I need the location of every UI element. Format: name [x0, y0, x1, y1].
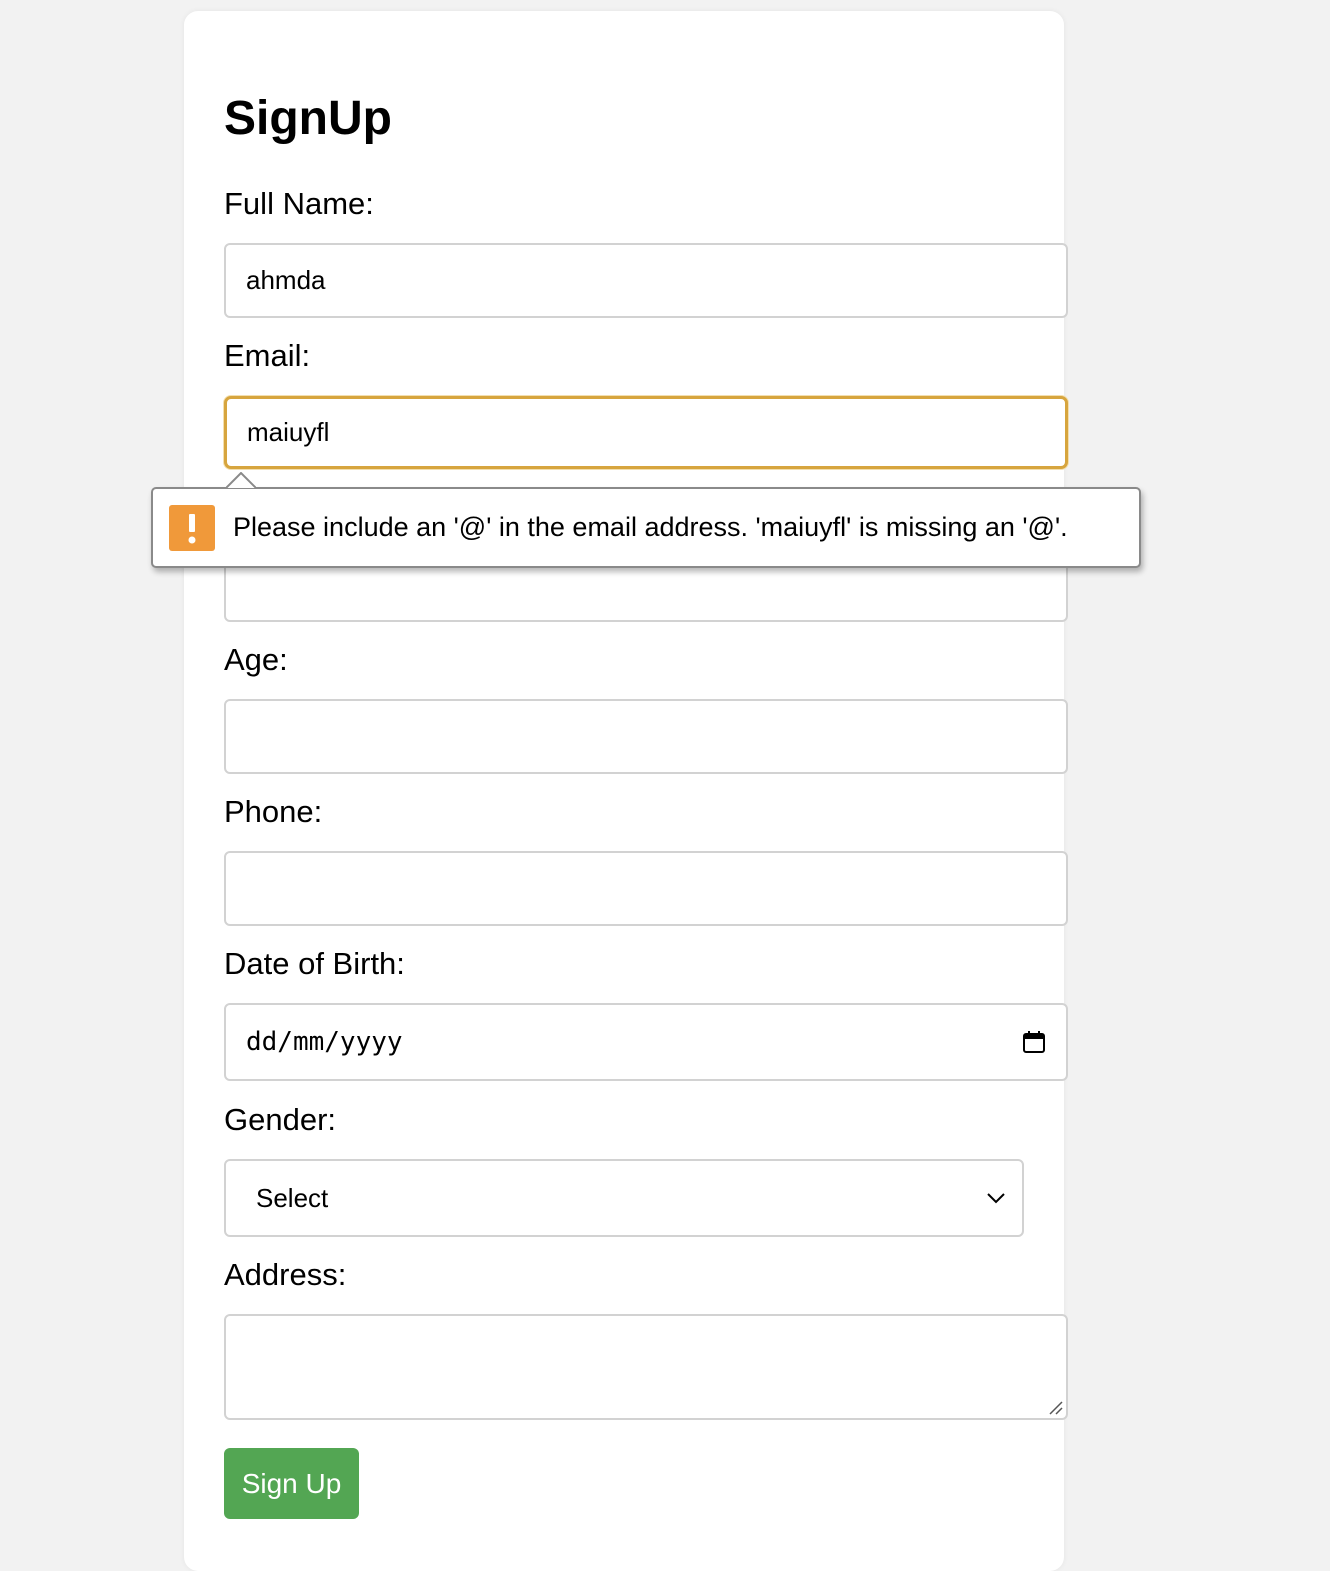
dob-placeholder: dd/mm/yyyy [246, 1027, 403, 1057]
full-name-label: Full Name: [224, 186, 374, 221]
phone-input[interactable] [224, 851, 1068, 926]
full-name-input[interactable]: ahmda [224, 243, 1068, 318]
gender-select[interactable]: Select [224, 1159, 1024, 1237]
age-input[interactable] [224, 699, 1068, 774]
gender-selected-value: Select [256, 1182, 329, 1213]
dob-label: Date of Birth: [224, 946, 405, 981]
address-label: Address: [224, 1257, 347, 1292]
sign-up-button[interactable]: Sign Up [224, 1448, 359, 1519]
calendar-icon[interactable] [1022, 1030, 1046, 1054]
phone-label: Phone: [224, 794, 323, 829]
age-label: Age: [224, 642, 288, 677]
page-title: SignUp [224, 92, 392, 145]
gender-label: Gender: [224, 1102, 337, 1137]
validation-tooltip: Please include an '@' in the email addre… [151, 487, 1141, 568]
address-textarea[interactable] [224, 1314, 1068, 1420]
tooltip-arrow [226, 472, 256, 489]
email-label: Email: [224, 338, 311, 373]
email-input[interactable]: maiuyfl [224, 396, 1068, 469]
exclamation-icon [169, 504, 215, 551]
resize-grip-icon[interactable] [1047, 1399, 1063, 1415]
email-value: maiuyfl [247, 417, 330, 447]
dob-input[interactable]: dd/mm/yyyy [224, 1003, 1068, 1081]
validation-message: Please include an '@' in the email addre… [233, 512, 1068, 542]
full-name-value: ahmda [246, 265, 326, 295]
chevron-down-icon [986, 1192, 1006, 1204]
